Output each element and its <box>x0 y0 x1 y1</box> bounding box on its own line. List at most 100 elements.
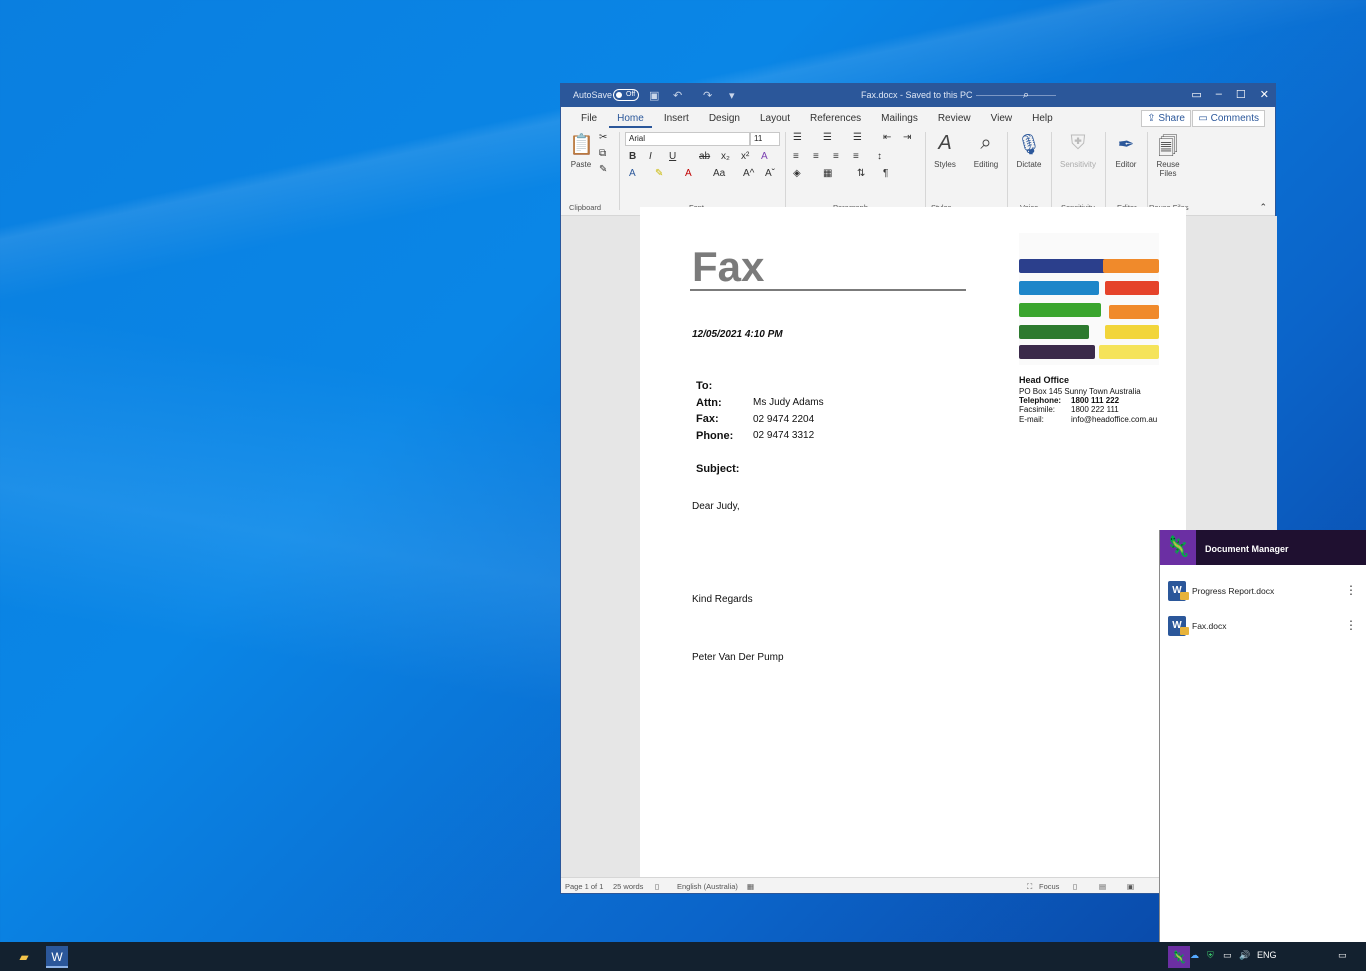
list-item[interactable]: W Progress Report.docx ⋮ <box>1160 574 1366 606</box>
cut-icon[interactable]: ✂ <box>599 132 607 143</box>
decrease-indent-icon[interactable]: ⇤ <box>883 132 891 143</box>
share-button[interactable]: ⇪ Share <box>1141 110 1191 127</box>
undo-icon[interactable]: ↶ <box>673 89 682 102</box>
close-button[interactable]: ✕ <box>1260 88 1269 101</box>
network-icon[interactable]: ▭ <box>1223 950 1232 961</box>
file-explorer-icon[interactable]: ▰ <box>13 946 35 968</box>
shrink-font-icon[interactable]: Aˇ <box>765 168 775 179</box>
head-office-name: Head Office <box>1019 375 1070 385</box>
accessibility-icon[interactable]: ▦ <box>747 882 754 891</box>
fax-label: Fax: <box>696 413 719 425</box>
group-clipboard: Clipboard <box>569 203 602 212</box>
web-layout-icon[interactable]: ▣ <box>1127 882 1134 891</box>
gecko-tray-icon[interactable]: 🦎 <box>1168 946 1190 968</box>
styles-button[interactable]: A Styles <box>933 132 957 169</box>
text-effects-icon[interactable]: A <box>629 168 636 179</box>
superscript-icon[interactable]: x² <box>741 151 749 162</box>
lock-icon <box>1180 627 1189 635</box>
language-status[interactable]: English (Australia) <box>677 882 738 891</box>
subscript-icon[interactable]: x₂ <box>721 151 730 162</box>
dictate-button[interactable]: 🎙 Dictate <box>1013 132 1045 169</box>
font-name-box[interactable]: Arial <box>625 132 750 146</box>
paste-button[interactable]: 📋 Paste <box>569 132 594 169</box>
justify-icon[interactable]: ≡ <box>853 151 859 162</box>
align-left-icon[interactable]: ≡ <box>793 151 799 162</box>
onedrive-icon[interactable]: ☁ <box>1190 950 1199 961</box>
security-icon[interactable]: ⛨ <box>1207 950 1214 961</box>
more-options-icon[interactable]: ⋮ <box>1345 583 1357 597</box>
tab-help[interactable]: Help <box>1024 113 1061 128</box>
read-mode-icon[interactable]: ▯ <box>1073 882 1077 891</box>
shading-icon[interactable]: ◈ <box>793 168 801 179</box>
volume-icon[interactable]: 🔊 <box>1239 950 1250 961</box>
notifications-icon[interactable]: ▭ <box>1338 950 1347 961</box>
italic-icon[interactable]: I <box>649 151 652 162</box>
collapse-ribbon-icon[interactable]: ⌃ <box>1259 202 1267 213</box>
fax-date: 12/05/2021 4:10 PM <box>692 329 783 340</box>
minimize-button[interactable]: – <box>1216 88 1222 101</box>
change-case-icon[interactable]: Aa <box>713 168 725 179</box>
comments-button[interactable]: ▭ Comments <box>1192 110 1265 127</box>
highlight-icon[interactable]: ✎ <box>655 168 663 179</box>
tab-design[interactable]: Design <box>701 113 748 128</box>
font-color-icon[interactable]: A <box>685 168 692 179</box>
font-size-box[interactable]: 11 <box>750 132 780 146</box>
tab-home[interactable]: Home <box>609 113 652 128</box>
maximize-button[interactable]: ☐ <box>1236 88 1246 101</box>
show-marks-icon[interactable]: ¶ <box>883 168 888 179</box>
tab-references[interactable]: References <box>802 113 869 128</box>
multilevel-list-icon[interactable]: ☰ <box>853 132 862 143</box>
list-item[interactable]: W Fax.docx ⋮ <box>1160 609 1366 641</box>
clear-format-icon[interactable]: A <box>761 151 768 162</box>
file-name: Progress Report.docx <box>1192 586 1275 596</box>
borders-icon[interactable]: ▦ <box>823 168 832 179</box>
document-title[interactable]: Fax.docx - Saved to this PC <box>861 90 973 100</box>
customize-icon[interactable]: ▾ <box>729 89 735 102</box>
tab-review[interactable]: Review <box>930 113 979 128</box>
language-indicator[interactable]: ENG <box>1257 950 1277 960</box>
print-layout-icon[interactable]: ▤ <box>1099 882 1106 891</box>
telephone-label: Telephone: <box>1019 396 1062 405</box>
ribbon: 📋 Paste ✂ ⧉ ✎ Clipboard Arial 11 B I U a… <box>561 128 1275 216</box>
tab-mailings[interactable]: Mailings <box>873 113 926 128</box>
lock-icon <box>1180 592 1189 600</box>
word-taskbar-icon[interactable]: W <box>46 946 68 968</box>
underline-icon[interactable]: U <box>669 151 676 162</box>
editor-button[interactable]: ✒ Editor <box>1111 132 1141 169</box>
page-count[interactable]: Page 1 of 1 <box>565 882 603 891</box>
autosave-toggle[interactable]: Off <box>613 89 639 101</box>
copy-icon[interactable]: ⧉ <box>599 148 606 159</box>
proofing-icon[interactable]: ▯ <box>655 882 659 891</box>
document-page[interactable]: Fax 12/05/2021 4:10 PM To: Attn: Ms Judy… <box>640 207 1186 878</box>
ribbon-display-icon[interactable]: ▭ <box>1191 88 1201 101</box>
strikethrough-icon[interactable]: ab <box>699 151 710 162</box>
bullets-icon[interactable]: ☰ <box>793 132 802 143</box>
save-icon[interactable]: ▣ <box>649 89 659 102</box>
file-name: Fax.docx <box>1192 621 1227 631</box>
search-icon[interactable]: ⌕ <box>1023 89 1029 102</box>
attn-value: Ms Judy Adams <box>753 397 824 408</box>
search-bar[interactable] <box>976 95 1056 96</box>
focus-mode[interactable]: Focus <box>1039 882 1059 891</box>
focus-icon[interactable]: ⛶ <box>1027 882 1032 892</box>
line-spacing-icon[interactable]: ↕ <box>877 151 882 162</box>
reuse-files-button[interactable]: 🗐 Reuse Files <box>1151 132 1185 178</box>
numbering-icon[interactable]: ☰ <box>823 132 832 143</box>
align-right-icon[interactable]: ≡ <box>833 151 839 162</box>
tab-file[interactable]: File <box>573 113 605 128</box>
sort-icon[interactable]: ⇅ <box>857 168 865 179</box>
tab-layout[interactable]: Layout <box>752 113 798 128</box>
tab-insert[interactable]: Insert <box>656 113 697 128</box>
sensitivity-button[interactable]: ⛨ Sensitivity <box>1057 132 1099 169</box>
grow-font-icon[interactable]: A^ <box>743 168 754 179</box>
word-count[interactable]: 25 words <box>613 882 643 891</box>
more-options-icon[interactable]: ⋮ <box>1345 618 1357 632</box>
increase-indent-icon[interactable]: ⇥ <box>903 132 911 143</box>
editing-button[interactable]: ⌕ Editing <box>971 132 1001 169</box>
pencils-image <box>1019 233 1159 365</box>
align-center-icon[interactable]: ≡ <box>813 151 819 162</box>
bold-icon[interactable]: B <box>629 151 636 162</box>
tab-view[interactable]: View <box>983 113 1021 128</box>
redo-icon[interactable]: ↷ <box>703 89 712 102</box>
format-painter-icon[interactable]: ✎ <box>599 164 607 175</box>
